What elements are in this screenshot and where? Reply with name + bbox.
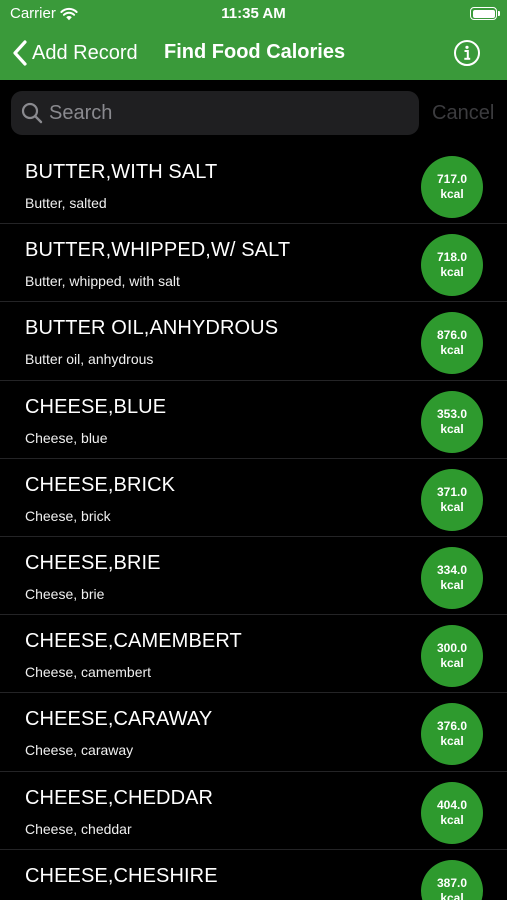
calorie-badge: 371.0 kcal — [421, 468, 483, 531]
back-button-label: Add Record — [32, 41, 138, 64]
calorie-unit: kcal — [440, 734, 464, 749]
page-title: Find Food Calories — [164, 41, 346, 63]
cancel-button[interactable]: Cancel — [432, 102, 494, 125]
calorie-badge: 717.0 kcal — [421, 156, 483, 218]
calorie-value: 334.0 — [436, 562, 468, 577]
back-button[interactable]: Add Record — [12, 38, 138, 68]
search-icon — [21, 102, 43, 124]
calorie-badge: 376.0 kcal — [421, 703, 483, 766]
calorie-unit: kcal — [440, 343, 464, 358]
calorie-value: 718.0 — [436, 250, 468, 265]
calorie-unit: kcal — [440, 812, 464, 827]
calorie-value: 404.0 — [436, 797, 468, 812]
food-description: Cheese, brie — [25, 585, 105, 602]
calorie-unit: kcal — [440, 499, 464, 514]
calorie-badge: 300.0 kcal — [421, 625, 483, 688]
food-description: Cheese, brick — [25, 507, 111, 524]
food-row[interactable]: CHEESE,CAMEMBERT Cheese, camembert 300.0 kc… — [0, 615, 507, 694]
status-time: 11:35 AM — [221, 5, 286, 22]
calorie-value: 876.0 — [436, 328, 468, 343]
calorie-badge: 387.0 kcal — [421, 859, 483, 900]
food-name: BUTTER,WITH SALT — [25, 161, 218, 183]
food-list[interactable]: BUTTER,WITH SALT Butter, salted 717.0 kcal B… — [0, 146, 507, 900]
food-description: Cheese, caraway — [25, 742, 134, 759]
calorie-unit: kcal — [440, 656, 464, 671]
food-description: Butter, whipped, with salt — [25, 273, 180, 290]
food-name: BUTTER OIL,ANHYDROUS — [25, 317, 279, 340]
food-description: Cheese, camembert — [25, 664, 152, 681]
food-row[interactable]: BUTTER,WHIPPED,W/ SALT Butter, whipped, w… — [0, 224, 507, 303]
food-description: Cheese, cheddar — [25, 820, 132, 837]
food-name: CHEESE,BRICK — [25, 473, 176, 496]
calorie-value: 717.0 — [436, 172, 468, 186]
calorie-badge: 718.0 kcal — [421, 234, 483, 297]
calorie-unit: kcal — [440, 265, 464, 280]
food-row[interactable]: BUTTER OIL,ANHYDROUS Butter oil, anhydrou… — [0, 302, 507, 381]
food-name: CHEESE,CAMEMBERT — [25, 630, 242, 653]
food-name: CHEESE,BLUE — [25, 395, 167, 418]
calorie-unit: kcal — [440, 577, 464, 592]
search-row: Cancel — [0, 80, 507, 146]
chevron-left-icon — [13, 40, 27, 66]
food-description: Cheese, blue — [25, 429, 108, 446]
calorie-badge: 353.0 kcal — [421, 390, 483, 453]
food-row[interactable]: CHEESE,CHESHIRE 387.0 kcal — [0, 850, 507, 900]
battery-level — [472, 9, 495, 18]
calorie-unit: kcal — [440, 421, 464, 436]
info-icon — [454, 40, 480, 66]
info-button[interactable] — [453, 39, 481, 67]
food-description: Butter, salted — [25, 195, 107, 211]
food-row[interactable]: CHEESE,BRICK Cheese, brick 371.0 kcal — [0, 459, 507, 537]
calorie-badge: 876.0 kcal — [421, 312, 483, 375]
food-description: Butter oil, anhydrous — [25, 351, 154, 368]
app-screen: Carrier 11:35 AM Add Record Find Food Ca… — [0, 0, 507, 900]
food-row[interactable]: CHEESE,BLUE Cheese, blue 353.0 kcal — [0, 381, 507, 459]
food-name: CHEESE,BRIE — [25, 551, 161, 574]
food-row[interactable]: CHEESE,CHEDDAR Cheese, cheddar 404.0 kcal — [0, 772, 507, 850]
calorie-value: 376.0 — [436, 719, 468, 734]
food-name: CHEESE,CARAWAY — [25, 708, 213, 731]
calorie-badge: 334.0 kcal — [421, 546, 483, 609]
calorie-value: 387.0 — [436, 875, 468, 890]
calorie-value: 300.0 — [436, 641, 468, 656]
search-input[interactable] — [49, 91, 419, 135]
calorie-unit: kcal — [440, 890, 464, 900]
nav-bar: Add Record Find Food Calories — [0, 28, 507, 80]
food-row[interactable]: CHEESE,CARAWAY Cheese, caraway 376.0 kcal — [0, 693, 507, 772]
food-name: CHEESE,CHEDDAR — [25, 786, 214, 809]
status-bar: Carrier 11:35 AM — [0, 0, 507, 28]
search-box[interactable] — [11, 91, 419, 135]
header: Carrier 11:35 AM Add Record Find Food Ca… — [0, 0, 507, 80]
battery-icon — [470, 7, 500, 20]
food-row[interactable]: CHEESE,BRIE Cheese, brie 334.0 kcal — [0, 537, 507, 616]
calorie-value: 353.0 — [436, 406, 468, 421]
food-name: BUTTER,WHIPPED,W/ SALT — [25, 239, 291, 262]
calorie-value: 371.0 — [436, 484, 468, 499]
calorie-badge: 404.0 kcal — [421, 781, 483, 844]
food-row[interactable]: BUTTER,WITH SALT Butter, salted 717.0 kcal — [0, 146, 507, 225]
food-name: CHEESE,CHESHIRE — [25, 864, 218, 887]
calorie-unit: kcal — [440, 187, 464, 201]
